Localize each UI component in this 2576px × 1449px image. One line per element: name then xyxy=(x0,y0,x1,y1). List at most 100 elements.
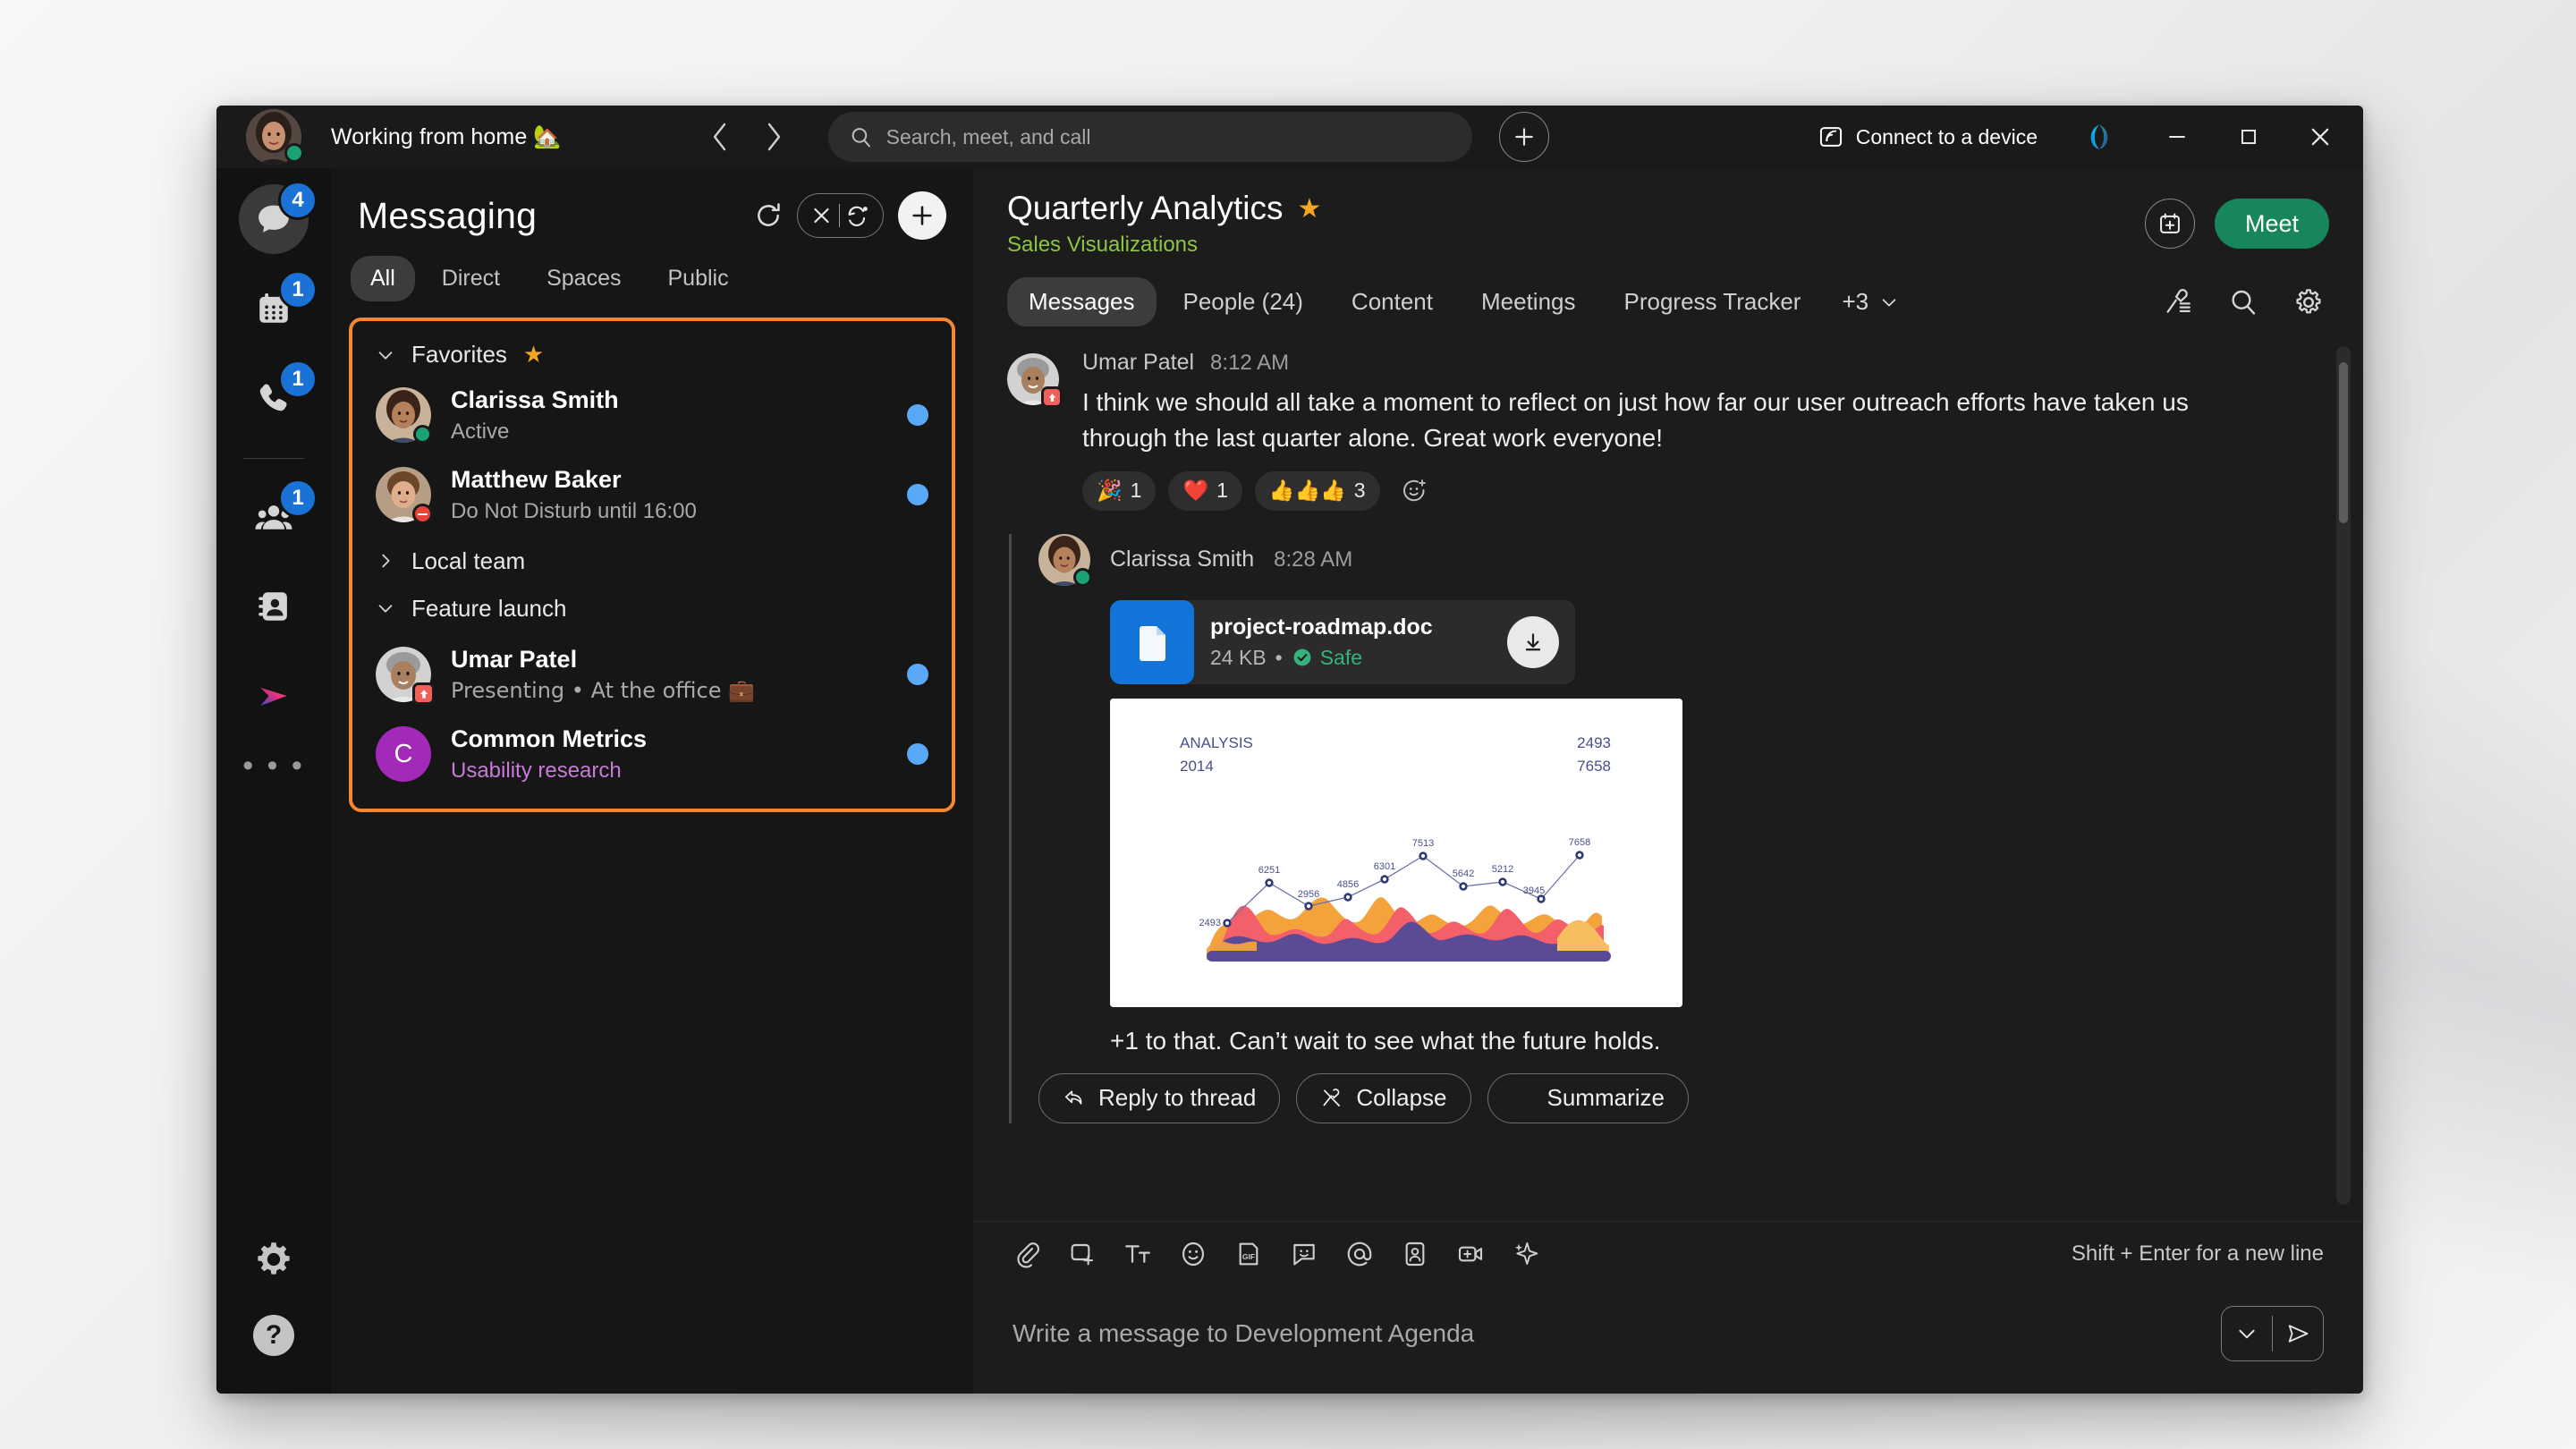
tab-spaces[interactable]: Spaces xyxy=(527,256,640,301)
sidebar-item-calling[interactable]: 1 xyxy=(239,360,318,433)
add-reaction-button[interactable] xyxy=(1393,471,1436,511)
group-header-local-team[interactable]: Local team xyxy=(352,540,952,582)
connect-to-device-button[interactable]: Connect to a device xyxy=(1799,115,2057,158)
personal-card-button[interactable] xyxy=(1401,1240,1429,1268)
contact-name: Clarissa Smith xyxy=(451,386,619,413)
chevron-down-icon xyxy=(376,345,395,365)
composer-hint: Shift + Enter for a new line xyxy=(2071,1241,2324,1266)
tab-messages[interactable]: Messages xyxy=(1007,277,1157,326)
badge-count: 1 xyxy=(278,479,318,518)
sidebar-item-messaging[interactable]: 4 xyxy=(239,181,318,254)
summarize-button[interactable]: Summarize xyxy=(1487,1072,1689,1123)
minimize-button[interactable] xyxy=(2141,110,2213,164)
sparkle-ai-icon xyxy=(1514,1242,1538,1265)
svg-text:3945: 3945 xyxy=(1523,886,1545,896)
webex-logo-icon[interactable] xyxy=(2084,122,2114,152)
badge-count: 1 xyxy=(278,270,318,309)
filter-icon xyxy=(848,206,868,226)
message: Umar Patel 8:12 AM I think we should all… xyxy=(1007,350,2309,511)
message-input[interactable]: Write a message to Development Agenda xyxy=(1013,1319,1474,1348)
list-item[interactable]: Matthew Baker Do Not Disturb until 16:00 xyxy=(352,455,952,535)
presence-indicator-active xyxy=(413,425,432,445)
reaction-emoji: 👍👍👍 xyxy=(1268,479,1346,504)
tab-all[interactable]: All xyxy=(351,256,415,301)
sidebar-item-contact-card[interactable] xyxy=(239,572,309,641)
list-item[interactable]: Umar Patel Presenting • At the office 💼 xyxy=(352,635,952,715)
download-button[interactable] xyxy=(1507,615,1559,668)
messaging-list-panel: Messaging All Direct Spaces Public Favor… xyxy=(331,168,973,1394)
user-status-text[interactable]: Working from home 🏡 xyxy=(331,124,562,150)
reply-to-thread-button[interactable]: Reply to thread xyxy=(1038,1072,1281,1123)
mention-button[interactable] xyxy=(1345,1240,1374,1268)
chart-attachment-preview[interactable]: ANALYSIS 2014 2493 7658 2493 6251 2956 4… xyxy=(1110,698,1682,1007)
reaction-chip[interactable]: 🎉 1 xyxy=(1082,470,1157,511)
help-button[interactable]: ? xyxy=(253,1315,294,1356)
gif-button[interactable]: GIF xyxy=(1234,1240,1263,1268)
emoji-button[interactable] xyxy=(1179,1240,1208,1268)
new-conversation-button[interactable] xyxy=(898,191,946,240)
reaction-chip[interactable]: 👍👍👍 3 xyxy=(1254,470,1380,511)
pin-list-button[interactable] xyxy=(2163,287,2193,318)
close-button[interactable] xyxy=(2284,110,2356,164)
sidebar-item-meetings[interactable]: 1 xyxy=(239,270,318,343)
group-header-favorites[interactable]: Favorites ★ xyxy=(352,334,952,376)
sticker-button[interactable] xyxy=(1290,1240,1318,1268)
tab-direct[interactable]: Direct xyxy=(422,256,520,301)
schedule-meeting-button[interactable] xyxy=(2144,199,2195,249)
tab-progress-tracker[interactable]: Progress Tracker xyxy=(1603,277,1823,326)
presence-indicator-presenting xyxy=(412,682,435,706)
space-title: Quarterly Analytics xyxy=(1007,190,1284,226)
chevron-left-icon xyxy=(713,123,725,151)
scrollbar-thumb[interactable] xyxy=(2339,362,2348,523)
search-input[interactable]: Search, meet, and call xyxy=(827,112,1472,162)
contact-name: Common Metrics xyxy=(451,724,648,752)
tab-content[interactable]: Content xyxy=(1330,277,1454,326)
space-subtitle: Sales Visualizations xyxy=(1007,233,1199,257)
sidebar-item-vidcast[interactable] xyxy=(239,661,309,731)
reaction-chip[interactable]: ❤️ 1 xyxy=(1168,470,1242,511)
composer-expand-button[interactable] xyxy=(2222,1307,2272,1360)
mark-all-read-filter-group[interactable] xyxy=(796,193,884,238)
add-video-button[interactable] xyxy=(1456,1240,1485,1268)
button-label: Summarize xyxy=(1546,1084,1665,1112)
maximize-button[interactable] xyxy=(2213,110,2284,164)
forward-button[interactable] xyxy=(750,113,798,161)
new-item-button[interactable] xyxy=(1498,112,1549,162)
format-text-button[interactable] xyxy=(1123,1240,1152,1268)
back-button[interactable] xyxy=(696,113,744,161)
collapse-button[interactable]: Collapse xyxy=(1296,1072,1471,1123)
file-safety-status: Safe xyxy=(1292,646,1362,670)
list-item[interactable]: Clarissa Smith Active xyxy=(352,376,952,455)
tab-public[interactable]: Public xyxy=(648,256,748,301)
search-icon xyxy=(852,127,870,147)
screen-capture-button[interactable] xyxy=(1068,1240,1097,1268)
refresh-button[interactable] xyxy=(754,201,783,230)
list-item[interactable]: C Common Metrics Usability research xyxy=(352,715,952,794)
sidebar-item-contacts-teams[interactable]: 1 xyxy=(239,479,318,552)
meet-button[interactable]: Meet xyxy=(2214,199,2329,249)
group-header-feature-launch[interactable]: Feature launch xyxy=(352,588,952,630)
user-avatar[interactable] xyxy=(216,109,331,165)
contact-status: Active xyxy=(451,419,510,444)
avatar xyxy=(1038,533,1092,587)
svg-text:5212: 5212 xyxy=(1492,864,1513,875)
settings-button[interactable] xyxy=(254,1240,293,1279)
tab-people[interactable]: People (24) xyxy=(1162,277,1325,326)
contact-name: Umar Patel xyxy=(451,645,578,673)
space-settings-button[interactable] xyxy=(2293,287,2324,318)
send-button[interactable] xyxy=(2273,1307,2323,1360)
webex-app-window: Working from home 🏡 Search, meet, and ca… xyxy=(216,106,2363,1394)
message-scrollbar[interactable] xyxy=(2336,346,2351,1205)
tab-meetings[interactable]: Meetings xyxy=(1460,277,1597,326)
attach-file-button[interactable] xyxy=(1013,1240,1041,1268)
ai-assist-button[interactable] xyxy=(1512,1240,1540,1268)
navigation-rail: 4 1 1 1 • • • ? xyxy=(216,168,331,1394)
tabs-overflow-button[interactable]: +3 xyxy=(1827,277,1913,326)
favorite-star-icon[interactable]: ★ xyxy=(1297,193,1321,225)
file-attachment-card[interactable]: project-roadmap.doc 24 KB • Safe xyxy=(1110,599,1575,684)
thread-actions: Reply to thread Collapse Summarize xyxy=(1038,1072,2309,1123)
message-list[interactable]: Umar Patel 8:12 AM I think we should all… xyxy=(973,326,2363,1221)
search-in-space-button[interactable] xyxy=(2229,288,2258,317)
unread-indicator xyxy=(907,664,928,686)
rail-more-button[interactable]: • • • xyxy=(242,750,305,781)
